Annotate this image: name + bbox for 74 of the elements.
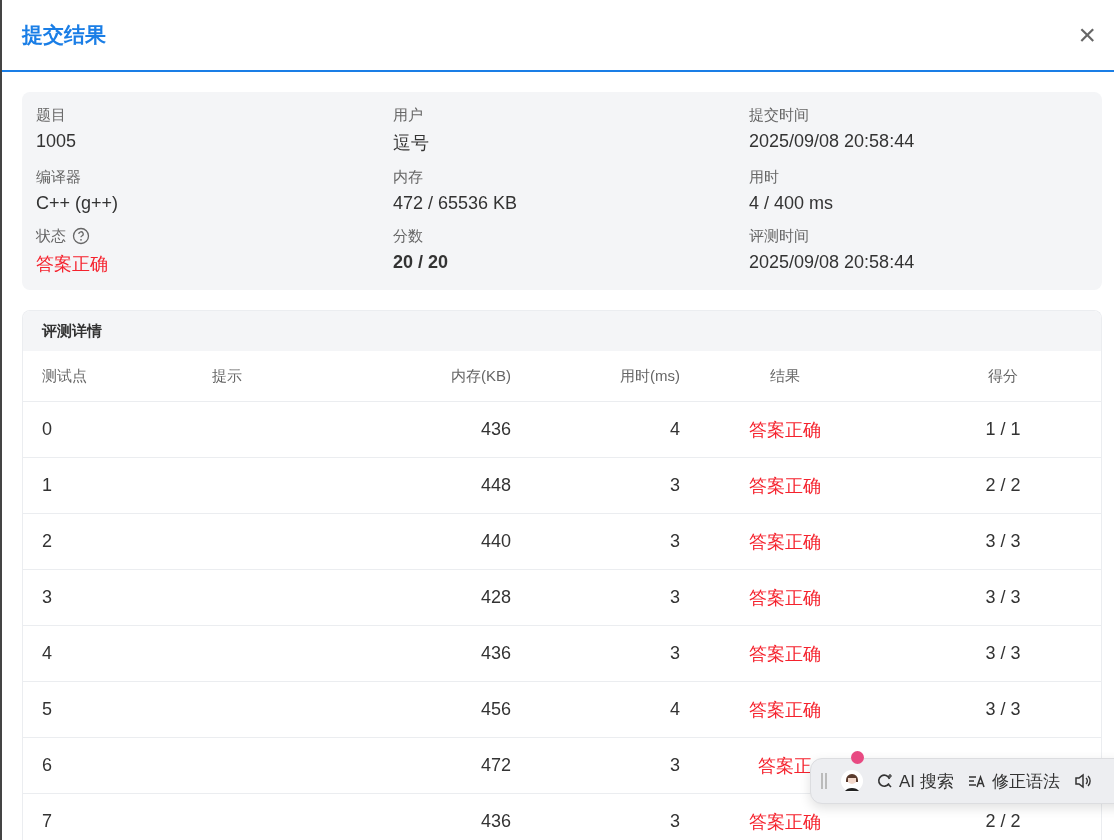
table-cell: 428 [480,587,511,607]
section-title: 评测详情 [42,321,102,341]
help-icon[interactable] [72,227,90,245]
field-value: 答案正确 [36,253,109,276]
table-cell: 3 [670,587,680,607]
grammar-icon [967,774,986,788]
result-status: 答案正确 [749,587,821,608]
table-cell: 3 [670,531,680,551]
close-button[interactable]: × [1078,20,1096,50]
field-label: 提交时间 [749,105,809,125]
dialog-title: 提交结果 [22,22,106,48]
avatar-icon[interactable] [841,770,863,792]
field-value: 20 / 20 [393,252,450,273]
table-cell: 3 [670,755,680,775]
result-status: 答案正确 [749,699,821,720]
ai-search-icon [877,773,893,789]
speaker-icon[interactable] [1073,773,1092,789]
table-cell: 1 [42,475,52,495]
table-cell: 4 [670,419,680,439]
table-cell: 3 [670,643,680,663]
table-cell: 3 / 3 [985,587,1021,607]
table-cell: 436 [480,811,511,831]
table-cell: 4 [670,699,680,719]
column-header: 测试点 [41,366,88,386]
table-cell: 3 / 3 [985,531,1021,551]
table-cell: 7 [42,811,52,831]
field-value: 2025/09/08 20:58:44 [749,252,916,273]
table-cell: 2 / 2 [985,475,1021,495]
table-cell: 3 [42,587,52,607]
table-cell: 2 [42,531,52,551]
table-cell: 448 [480,475,511,495]
field-label: 用时 [749,167,779,187]
column-header: 内存(KB) [450,366,512,386]
table-cell: 0 [42,419,52,439]
table-cell: 3 / 3 [985,643,1021,663]
table-cell: 440 [480,531,511,551]
table-cell: 2 / 2 [985,811,1021,831]
field-label: 内存 [393,167,423,187]
table-cell: 436 [480,419,511,439]
field-value: 1005 [36,131,78,152]
field-label: 评测时间 [749,226,809,246]
result-status: 答案正确 [749,811,821,832]
field-value: 472 / 65536 KB [393,193,519,214]
table-cell: 1 / 1 [985,419,1021,439]
field-value: 逗号 [393,132,430,155]
toolbar-button[interactable]: AI 搜索 [877,769,954,793]
field-label: 分数 [393,226,423,246]
field-value: 4 / 400 ms [749,193,835,214]
table-cell: 3 [670,811,680,831]
column-header: 结果 [769,366,801,386]
result-status: 答案正确 [749,419,821,440]
column-header: 用时(ms) [619,366,681,386]
column-header: 提示 [211,366,243,386]
result-status: 答案正 [758,755,812,776]
table-cell: 3 / 3 [985,699,1021,719]
table-cell: 456 [480,699,511,719]
column-header: 得分 [987,366,1019,386]
field-label: 状态 [36,226,66,246]
toolbar-button[interactable]: 修正语法 [967,769,1060,793]
table-cell: 4 [42,643,52,663]
result-status: 答案正确 [749,643,821,664]
result-status: 答案正确 [749,531,821,552]
table-cell: 472 [480,755,511,775]
drag-handle[interactable] [821,773,827,789]
field-label: 用户 [393,105,423,125]
result-status: 答案正确 [749,475,821,496]
field-label: 编译器 [36,167,81,187]
field-value: C++ (g++) [36,193,120,214]
table-cell: 3 [670,475,680,495]
field-value: 2025/09/08 20:58:44 [749,131,916,152]
table-cell: 6 [42,755,52,775]
table-cell: 436 [480,643,511,663]
field-label: 题目 [36,105,66,125]
table-cell: 5 [42,699,52,719]
